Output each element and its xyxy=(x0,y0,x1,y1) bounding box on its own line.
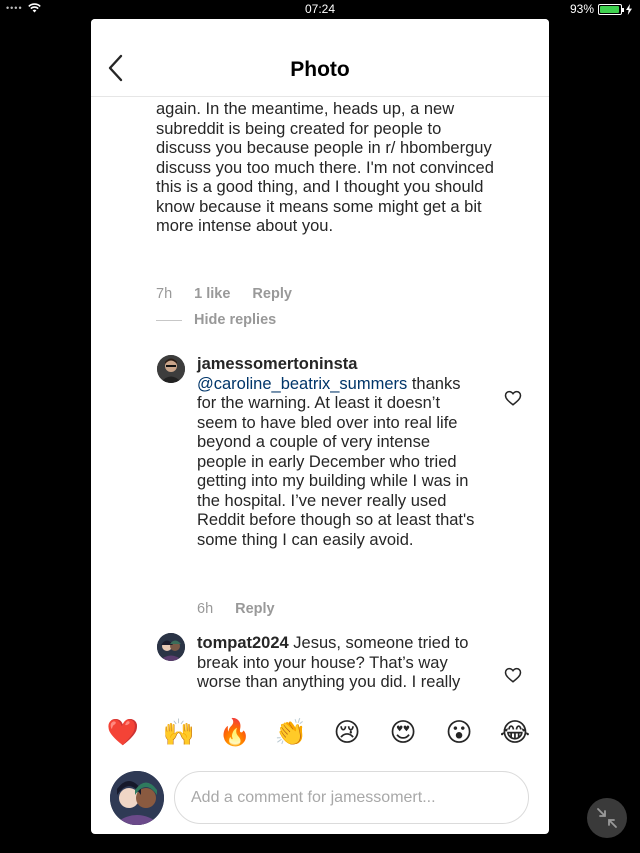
laughing-emoji-button[interactable]: 😂 xyxy=(497,715,533,751)
battery-level xyxy=(600,5,619,13)
hide-replies-button[interactable]: Hide replies xyxy=(156,312,276,328)
charging-icon xyxy=(626,3,632,15)
reply-comment-meta: 6h Reply xyxy=(197,601,275,617)
raising-hands-emoji-button[interactable]: 🙌 xyxy=(161,715,197,751)
avatar[interactable] xyxy=(157,355,185,383)
comment-time: 7h xyxy=(156,286,173,302)
comment-input[interactable] xyxy=(174,771,529,824)
photo-comments-modal: Photo again. In the meantime, heads up, … xyxy=(91,19,549,834)
status-bar-right: 93% xyxy=(570,2,632,16)
collapse-button[interactable] xyxy=(587,798,627,838)
comment-text: thanks for the warning. At least it does… xyxy=(197,374,475,549)
like-button[interactable] xyxy=(504,389,522,407)
battery-percent: 93% xyxy=(569,2,594,16)
comment-time: 6h xyxy=(197,601,214,617)
reply-button[interactable]: Reply xyxy=(235,601,275,617)
comment-likes[interactable]: 1 like xyxy=(194,286,230,302)
surprised-emoji-button[interactable]: 😮 xyxy=(441,715,477,751)
page-title: Photo xyxy=(290,58,350,81)
heart-outline-icon xyxy=(504,667,522,683)
partial-comment-meta: 7h 1 like Reply xyxy=(156,286,292,302)
avatar-photo xyxy=(110,771,164,825)
emoji-reaction-bar: ❤️ 🙌 🔥 👏 😢 😍 😮 😂 xyxy=(91,715,549,755)
reply-comment: jamessomertoninsta @caroline_beatrix_sum… xyxy=(197,355,481,550)
heart-outline-icon xyxy=(504,390,522,406)
status-bar: •••• 07:24 93% xyxy=(0,0,640,18)
crying-emoji-button[interactable]: 😢 xyxy=(329,715,365,751)
modal-header: Photo xyxy=(91,19,549,97)
avatar-photo xyxy=(157,633,185,661)
reply-comment: tompat2024 Jesus, someone tried to break… xyxy=(197,634,481,700)
avatar[interactable] xyxy=(157,633,185,661)
scroll-edge xyxy=(91,692,549,700)
comment-username[interactable]: jamessomertoninsta xyxy=(197,355,357,373)
reply-button[interactable]: Reply xyxy=(252,286,292,302)
current-user-avatar xyxy=(110,771,164,825)
clapping-emoji-button[interactable]: 👏 xyxy=(273,715,309,751)
avatar-photo xyxy=(157,355,185,383)
divider-line xyxy=(156,319,182,321)
partial-comment-text: again. In the meantime, heads up, a new … xyxy=(156,100,494,235)
comment-mention[interactable]: @caroline_beatrix_summers xyxy=(197,375,407,393)
comment-username[interactable]: tompat2024 xyxy=(197,634,289,652)
collapse-arrows-icon xyxy=(597,808,617,828)
hide-replies-label: Hide replies xyxy=(194,312,277,328)
battery-icon xyxy=(598,3,624,15)
comments-list[interactable]: again. In the meantime, heads up, a new … xyxy=(91,98,549,700)
fire-emoji-button[interactable]: 🔥 xyxy=(217,715,253,751)
like-button[interactable] xyxy=(504,666,522,684)
status-time: 07:24 xyxy=(304,2,336,16)
heart-emoji-button[interactable]: ❤️ xyxy=(105,715,141,751)
heart-eyes-emoji-button[interactable]: 😍 xyxy=(385,715,421,751)
